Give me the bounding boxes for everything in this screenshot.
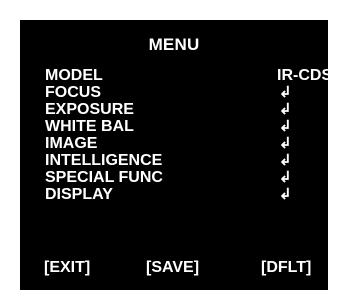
menu-item-exposure[interactable]: EXPOSURE ↲ bbox=[45, 101, 315, 118]
menu-item-focus[interactable]: FOCUS ↲ bbox=[45, 84, 315, 101]
menu-item-label: DISPLAY bbox=[45, 186, 113, 203]
menu-item-label: INTELLIGENCE bbox=[45, 152, 163, 169]
enter-arrow-icon: ↲ bbox=[279, 169, 292, 186]
default-button[interactable]: [DFLT] bbox=[261, 259, 311, 277]
menu-list: MODEL IR-CDS FOCUS ↲ EXPOSURE ↲ WHITE BA… bbox=[45, 67, 332, 203]
exit-button[interactable]: [EXIT] bbox=[44, 259, 90, 277]
menu-item-label: WHITE BAL bbox=[45, 118, 134, 135]
menu-item-label: IMAGE bbox=[45, 135, 98, 152]
menu-item-label: FOCUS bbox=[45, 84, 101, 101]
save-button[interactable]: [SAVE] bbox=[146, 259, 199, 277]
menu-item-white-bal[interactable]: WHITE BAL ↲ bbox=[45, 118, 315, 135]
enter-arrow-icon: ↲ bbox=[279, 84, 292, 101]
enter-arrow-icon: ↲ bbox=[279, 152, 292, 169]
menu-item-special-func[interactable]: SPECIAL FUNC ↲ bbox=[45, 169, 315, 186]
menu-title: MENU bbox=[148, 35, 200, 54]
model-value: IR-CDS bbox=[277, 67, 333, 84]
enter-arrow-icon: ↲ bbox=[279, 101, 292, 118]
menu-item-image[interactable]: IMAGE ↲ bbox=[45, 135, 315, 152]
enter-arrow-icon: ↲ bbox=[279, 135, 292, 152]
menu-item-display[interactable]: DISPLAY ↲ bbox=[45, 186, 315, 203]
menu-item-label: EXPOSURE bbox=[45, 101, 134, 118]
menu-item-model[interactable]: MODEL IR-CDS bbox=[45, 67, 332, 84]
enter-arrow-icon: ↲ bbox=[279, 118, 292, 135]
menu-item-label: SPECIAL FUNC bbox=[45, 169, 163, 186]
menu-item-intelligence[interactable]: INTELLIGENCE ↲ bbox=[45, 152, 315, 169]
enter-arrow-icon: ↲ bbox=[279, 186, 292, 203]
osd-menu-screen: MENU MODEL IR-CDS FOCUS ↲ EXPOSURE ↲ WHI… bbox=[20, 20, 332, 290]
menu-item-label: MODEL bbox=[45, 67, 103, 84]
